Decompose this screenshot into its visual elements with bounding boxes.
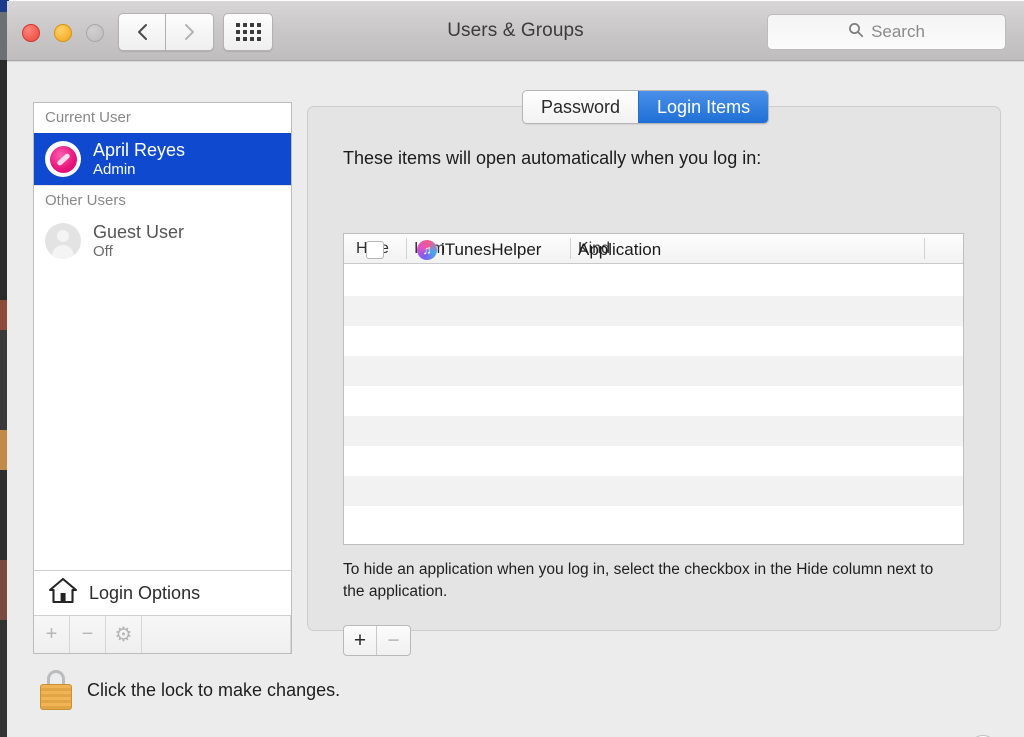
lock-message: Click the lock to make changes. bbox=[87, 680, 340, 701]
users-and-groups-window: Users & Groups Search Current User April… bbox=[7, 1, 1024, 737]
table-row-empty bbox=[344, 416, 963, 446]
lock-closed-icon[interactable] bbox=[39, 670, 73, 710]
content-divider bbox=[7, 61, 1024, 62]
search-input[interactable]: Search bbox=[767, 14, 1006, 50]
login-options-label: Login Options bbox=[89, 583, 200, 604]
user-list: Current User April Reyes Admin Other Use… bbox=[34, 103, 291, 570]
user-meta: Guest User Off bbox=[93, 222, 184, 261]
itunes-icon: ♫ bbox=[417, 240, 437, 260]
column-divider[interactable] bbox=[924, 238, 925, 259]
table-row-empty bbox=[344, 446, 963, 476]
gear-icon[interactable]: ⚙ bbox=[106, 616, 142, 653]
user-name: Guest User bbox=[93, 222, 184, 243]
user-role: Admin bbox=[93, 161, 185, 179]
cell-item-name: iTunesHelper bbox=[441, 234, 541, 266]
search-icon bbox=[848, 22, 864, 43]
add-user-button[interactable]: + bbox=[34, 616, 70, 653]
table-row-empty bbox=[344, 356, 963, 386]
preferences-content: Current User April Reyes Admin Other Use… bbox=[7, 61, 1024, 737]
home-icon bbox=[48, 577, 78, 609]
table-row-empty bbox=[344, 506, 963, 536]
sidebar-item-login-options[interactable]: Login Options bbox=[34, 570, 291, 615]
user-meta: April Reyes Admin bbox=[93, 140, 185, 179]
sidebar-item-april-reyes[interactable]: April Reyes Admin bbox=[34, 133, 291, 185]
group-header-other-users: Other Users bbox=[34, 185, 291, 215]
table-row-empty bbox=[344, 476, 963, 506]
table-row[interactable]: ♫ iTunesHelper Application bbox=[344, 264, 963, 296]
panel-help-text: To hide an application when you log in, … bbox=[343, 559, 943, 603]
sidebar-toolbar: + − ⚙ bbox=[34, 615, 291, 653]
column-divider[interactable] bbox=[570, 238, 571, 259]
cell-item-kind: Application bbox=[578, 234, 661, 266]
lock-row[interactable]: Click the lock to make changes. bbox=[39, 670, 340, 710]
table-row-empty bbox=[344, 536, 963, 545]
remove-user-button[interactable]: − bbox=[70, 616, 106, 653]
hide-checkbox[interactable] bbox=[366, 241, 384, 259]
sidebar-item-guest-user[interactable]: Guest User Off bbox=[34, 215, 291, 267]
search-placeholder: Search bbox=[871, 22, 925, 42]
login-items-table: Hide Item Kind ♫ iTunesHelper Applicatio… bbox=[343, 233, 964, 545]
table-row-empty bbox=[344, 326, 963, 356]
tab-login-items[interactable]: Login Items bbox=[638, 91, 768, 123]
table-row-empty bbox=[344, 296, 963, 326]
add-login-item-button[interactable]: + bbox=[344, 626, 377, 655]
guest-avatar bbox=[45, 223, 81, 259]
group-header-current-user: Current User bbox=[34, 103, 291, 133]
column-divider[interactable] bbox=[406, 238, 407, 259]
user-list-sidebar: Current User April Reyes Admin Other Use… bbox=[33, 102, 292, 654]
add-remove-button-group: + − bbox=[343, 625, 411, 656]
sidebar-toolbar-filler bbox=[142, 616, 291, 653]
tab-bar: Password Login Items bbox=[522, 90, 769, 124]
remove-login-item-button[interactable]: − bbox=[377, 626, 410, 655]
user-role: Off bbox=[93, 243, 184, 261]
table-row-empty bbox=[344, 386, 963, 416]
window-titlebar: Users & Groups Search bbox=[7, 1, 1024, 61]
user-name: April Reyes bbox=[93, 140, 185, 161]
april-avatar bbox=[45, 141, 81, 177]
tab-password[interactable]: Password bbox=[523, 91, 638, 123]
login-items-panel: These items will open automatically when… bbox=[307, 106, 1001, 631]
panel-heading: These items will open automatically when… bbox=[343, 148, 761, 169]
